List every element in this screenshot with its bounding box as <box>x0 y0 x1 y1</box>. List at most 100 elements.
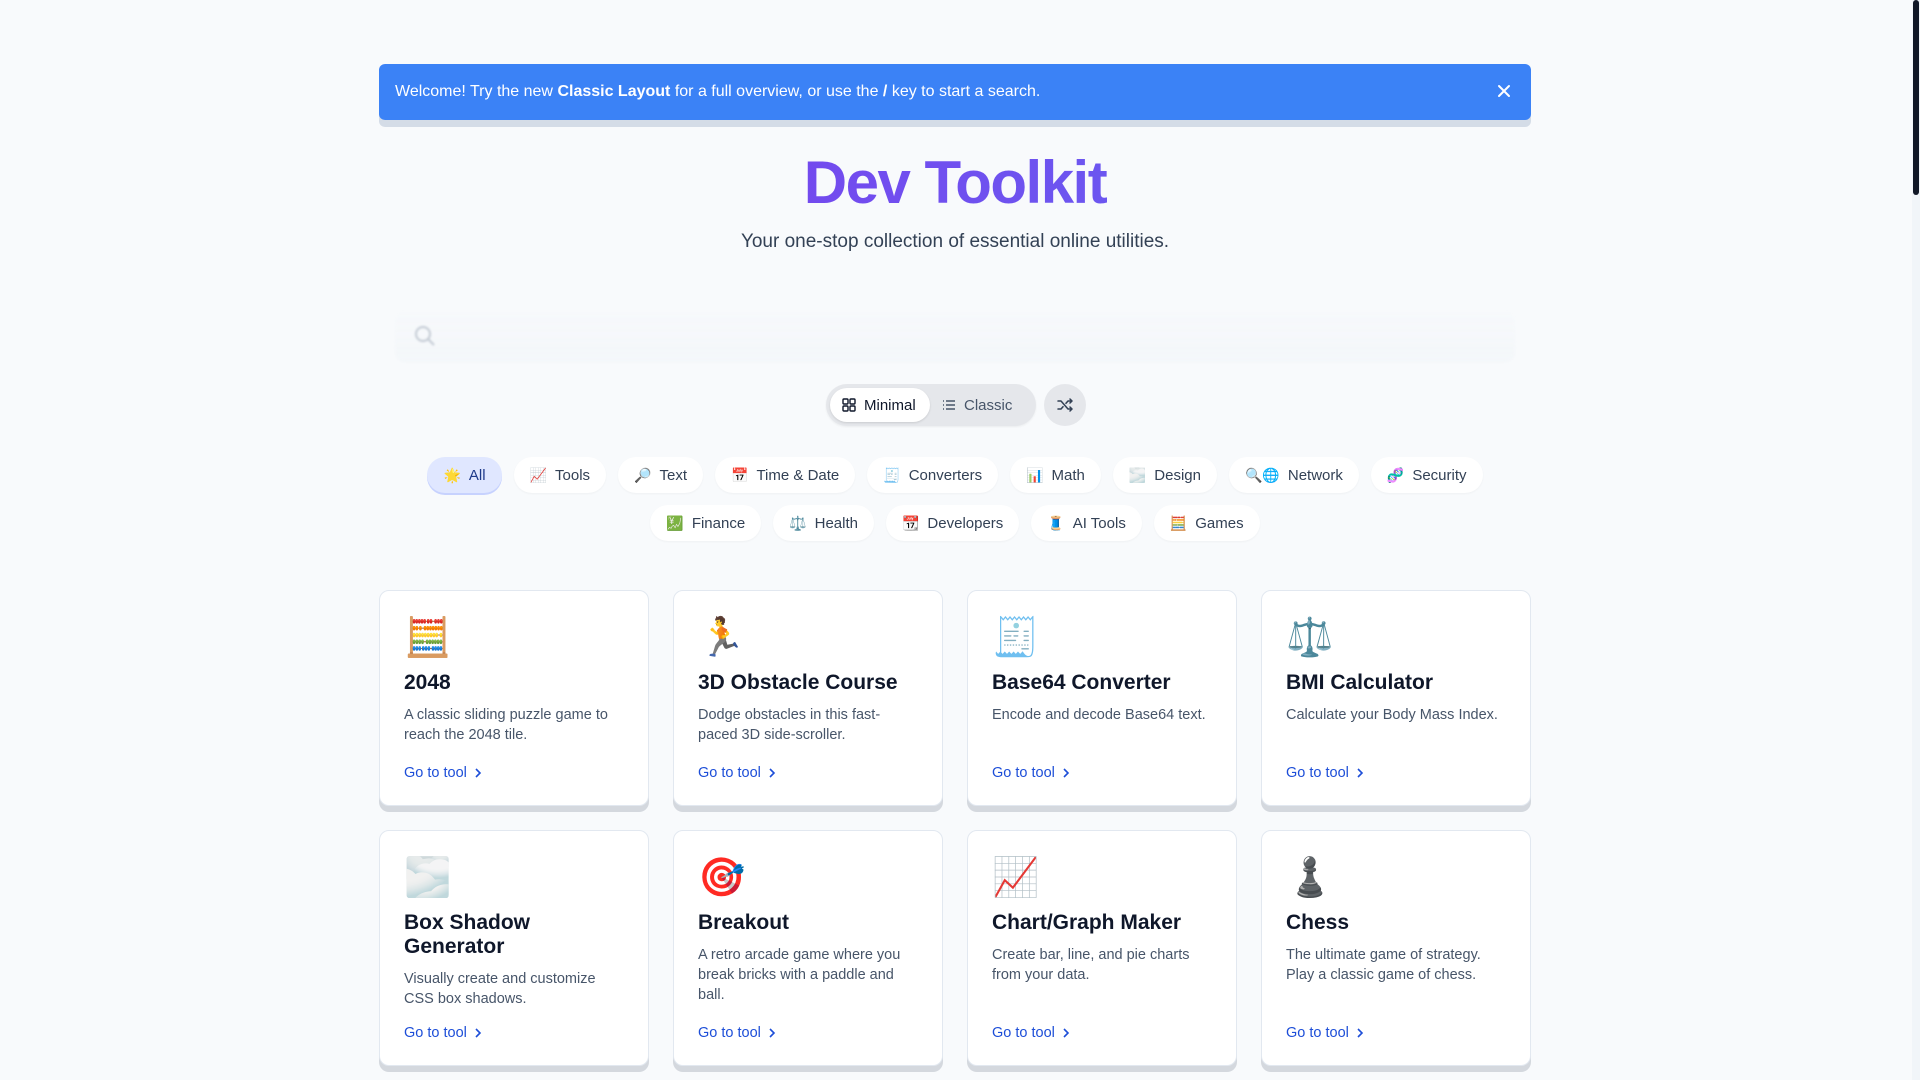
chip-label: Math <box>1051 466 1085 484</box>
category-design[interactable]: 🌫️ Design <box>1112 457 1217 493</box>
runner-icon: 🏃 <box>698 617 746 659</box>
banner-message: Welcome! Try the new Classic Layout for … <box>395 83 1040 101</box>
shuffle-button[interactable] <box>1044 384 1086 426</box>
chevron-right-icon <box>1063 1028 1070 1038</box>
classic-label: Classic <box>964 396 1013 414</box>
chip-label: Finance <box>691 514 746 532</box>
tool-card-bmi-calculator[interactable]: ⚖️ BMI Calculator Calculate your Body Ma… <box>1261 590 1531 806</box>
category-row-2: 💹 Finance ⚖️ Health 📆 Developers 🧵 AI Tools … <box>379 505 1531 541</box>
link-label: Go to tool <box>1286 765 1349 781</box>
banner-classic-layout-text: Classic Layout <box>557 83 671 100</box>
search-bar[interactable] <box>395 310 1515 362</box>
link-label: Go to tool <box>404 1025 467 1041</box>
tool-description: Calculate your Body Mass Index. <box>1286 707 1498 723</box>
tool-name: Box Shadow Generator <box>404 911 531 958</box>
tool-card-2048[interactable]: 🧮 2048 A classic sliding puzzle game to … <box>379 590 649 806</box>
chevron-right-icon <box>769 1028 776 1038</box>
chip-label: Health <box>814 514 858 532</box>
tool-card-breakout[interactable]: 🎯 Breakout A retro arcade game where you… <box>673 830 943 1066</box>
chevron-right-icon <box>1357 1028 1364 1038</box>
shuffle-icon <box>1057 398 1073 412</box>
classic-layout-button[interactable]: Classic <box>930 388 1024 422</box>
fog-icon: 🌫️ <box>1128 466 1147 483</box>
tear-off-calendar-icon: 📆 <box>901 514 920 531</box>
thread-icon: 🧵 <box>1047 514 1065 531</box>
go-to-tool-link[interactable]: Go to tool <box>404 1025 483 1041</box>
minimal-layout-button[interactable]: Minimal <box>830 388 930 422</box>
category-ai-tools[interactable]: 🧵 AI Tools <box>1031 505 1142 541</box>
category-tools[interactable]: 📈 Tools <box>513 457 607 493</box>
category-row-1: 🌟 All 📈 Tools 🔎 Text 📅 Time & Date 🧾 Converte… <box>379 457 1531 493</box>
category-time-date[interactable]: 📅 Time & Date <box>715 457 856 493</box>
abacus-icon: 🧮 <box>1169 514 1188 531</box>
scales-icon: ⚖️ <box>789 514 807 531</box>
minimal-label: Minimal <box>864 396 916 414</box>
banner-text: Welcome! Try the new <box>395 83 558 100</box>
page-subtitle: Your one-stop collection of essential on… <box>740 231 1170 252</box>
link-label: Go to tool <box>1286 1025 1349 1041</box>
chart-up-icon: 📈 <box>992 857 1040 899</box>
fog-icon: 🌫️ <box>404 857 452 899</box>
chevron-right-icon <box>769 768 776 778</box>
scrollbar-thumb[interactable] <box>1913 0 1919 195</box>
grid-icon <box>842 398 856 412</box>
magnifier-icon: 🔎 <box>634 466 652 483</box>
tool-description: Visually create and customize CSS box sh… <box>404 971 596 1007</box>
link-label: Go to tool <box>698 765 761 781</box>
tool-name: Breakout <box>698 911 790 934</box>
tool-card-chart-graph-maker[interactable]: 📈 Chart/Graph Maker Create bar, line, an… <box>967 830 1237 1066</box>
tool-card-base64-converter[interactable]: 🧾 Base64 Converter Encode and decode Bas… <box>967 590 1237 806</box>
category-finance[interactable]: 💹 Finance <box>650 505 762 541</box>
page-title: Dev Toolkit <box>379 148 1531 217</box>
tools-grid: 🧮 2048 A classic sliding puzzle game to … <box>379 590 1531 1066</box>
category-math[interactable]: 📊 Math <box>1010 457 1101 493</box>
calendar-icon: 📅 <box>731 466 749 483</box>
chip-label: Security <box>1412 466 1467 484</box>
star-icon: 🌟 <box>443 466 461 483</box>
category-network[interactable]: 🔍🌐 Network <box>1229 457 1359 493</box>
list-icon <box>943 400 955 410</box>
chevron-right-icon <box>475 768 482 778</box>
link-label: Go to tool <box>992 765 1055 781</box>
tool-card-box-shadow-generator[interactable]: 🌫️ Box Shadow Generator Visually create … <box>379 830 649 1066</box>
dna-icon: 🧬 <box>1386 466 1405 483</box>
chip-label: Network <box>1287 466 1343 484</box>
go-to-tool-link[interactable]: Go to tool <box>698 765 777 781</box>
close-banner-button[interactable] <box>1493 80 1515 102</box>
category-converters[interactable]: 🧾 Converters <box>867 457 999 493</box>
page-scrollbar[interactable] <box>1912 0 1920 1080</box>
go-to-tool-link[interactable]: Go to tool <box>404 765 483 781</box>
category-security[interactable]: 🧬 Security <box>1370 457 1483 493</box>
tool-description: A classic sliding puzzle game to reach t… <box>404 707 608 743</box>
chess-pawn-icon: ♟️ <box>1286 857 1334 899</box>
go-to-tool-link[interactable]: Go to tool <box>698 1025 777 1041</box>
receipt-icon: 🧾 <box>883 466 901 483</box>
link-label: Go to tool <box>404 765 467 781</box>
category-developers[interactable]: 📆 Developers <box>885 505 1020 541</box>
welcome-banner: Welcome! Try the new Classic Layout for … <box>379 64 1531 120</box>
chart-yen-icon: 💹 <box>666 514 684 531</box>
tool-description: Create bar, line, and pie charts from yo… <box>992 947 1190 983</box>
go-to-tool-link[interactable]: Go to tool <box>1286 765 1365 781</box>
tool-name: BMI Calculator <box>1286 671 1434 694</box>
go-to-tool-link[interactable]: Go to tool <box>992 765 1071 781</box>
tool-name: 3D Obstacle Course <box>698 671 898 694</box>
chip-label: Games <box>1195 514 1244 532</box>
category-all[interactable]: 🌟 All <box>427 457 502 493</box>
chip-label: Time & Date <box>756 466 840 484</box>
chevron-right-icon <box>1063 768 1070 778</box>
search-input[interactable] <box>451 310 1491 362</box>
category-text[interactable]: 🔎 Text <box>618 457 704 493</box>
tool-card-3d-obstacle-course[interactable]: 🏃 3D Obstacle Course Dodge obstacles in … <box>673 590 943 806</box>
chip-label: Developers <box>927 514 1004 532</box>
link-label: Go to tool <box>992 1025 1055 1041</box>
globe-search-icon: 🔍🌐 <box>1245 466 1280 483</box>
tool-card-chess[interactable]: ♟️ Chess The ultimate game of strategy. … <box>1261 830 1531 1066</box>
category-games[interactable]: 🧮 Games <box>1153 505 1260 541</box>
category-health[interactable]: ⚖️ Health <box>773 505 874 541</box>
go-to-tool-link[interactable]: Go to tool <box>992 1025 1071 1041</box>
go-to-tool-link[interactable]: Go to tool <box>1286 1025 1365 1041</box>
tool-name: Base64 Converter <box>992 671 1171 694</box>
chip-label: Design <box>1154 466 1201 484</box>
chip-label: All <box>468 466 486 484</box>
